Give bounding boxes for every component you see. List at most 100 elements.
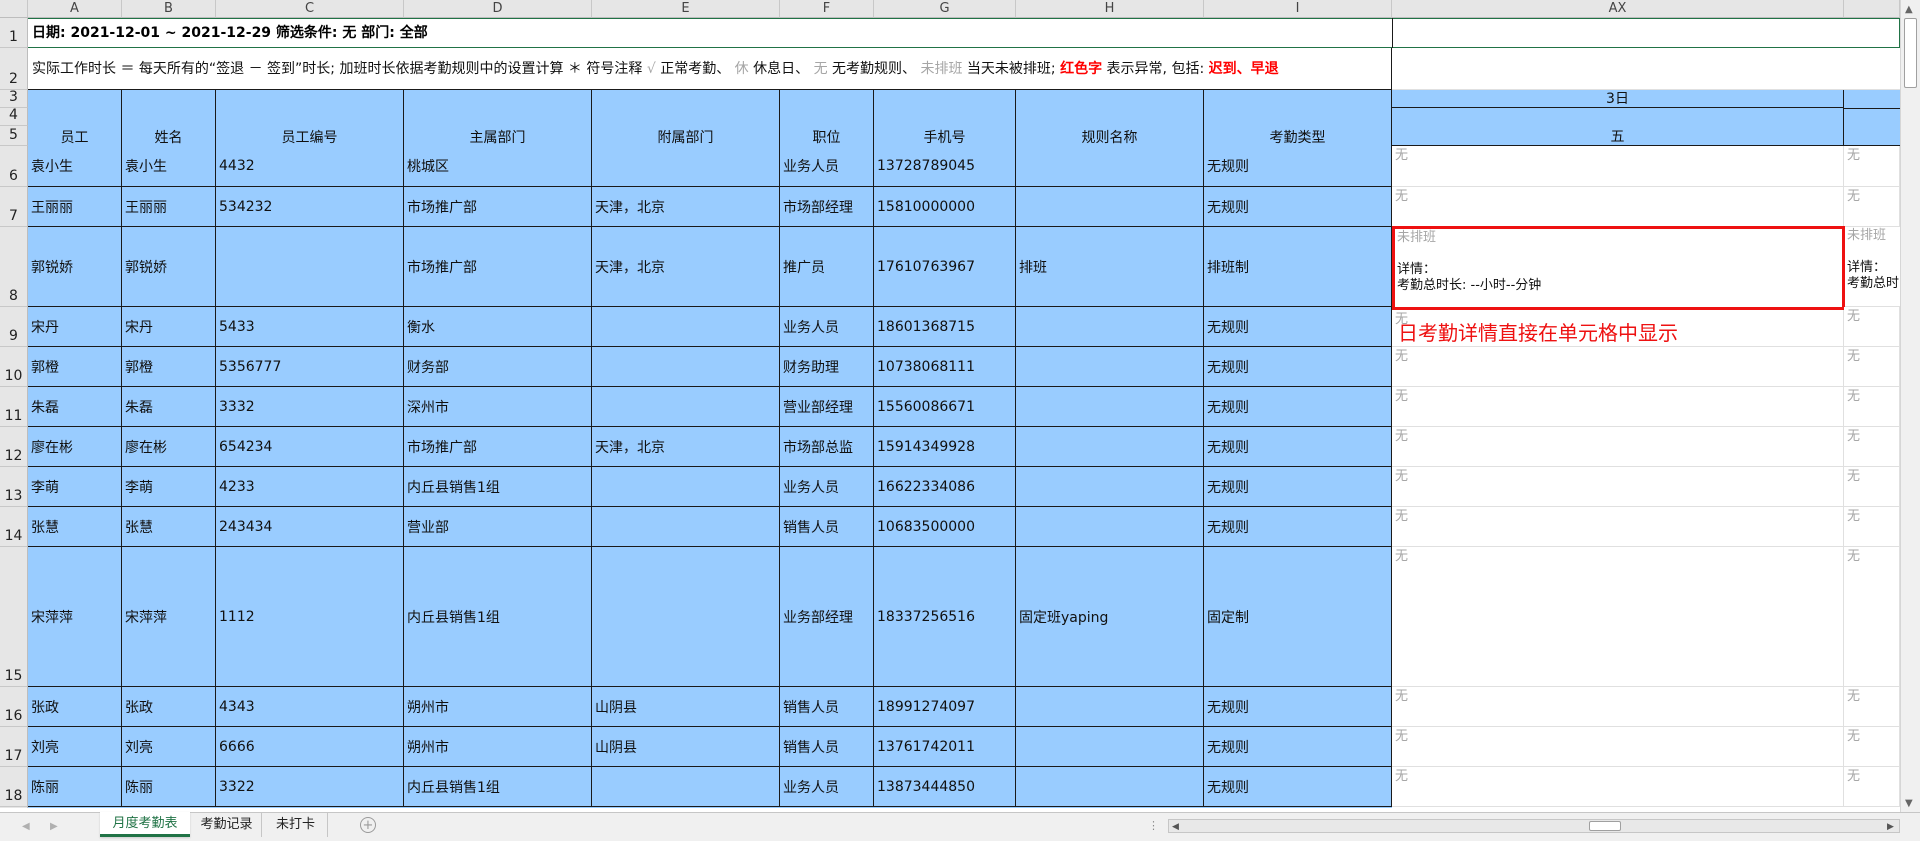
cell-position[interactable]: 销售人员 — [780, 687, 874, 727]
cell-day-status[interactable]: 无 — [1392, 687, 1844, 727]
cell-primary-dept[interactable]: 市场推广部 — [404, 187, 592, 227]
cell-employee[interactable]: 郭锐娇 — [28, 227, 122, 307]
cell-attendance-type[interactable]: 无规则 — [1204, 467, 1392, 507]
cell-employee-id[interactable]: 5433 — [216, 307, 404, 347]
cell-attendance-type[interactable]: 无规则 — [1204, 507, 1392, 547]
cell-rule-name[interactable] — [1016, 767, 1204, 807]
tab-attendance-records[interactable]: 考勤记录 — [192, 813, 262, 837]
cell-secondary-dept[interactable] — [592, 387, 780, 427]
row-header-18[interactable]: 18 — [0, 767, 28, 807]
cell-day-status[interactable]: 无 — [1392, 187, 1844, 227]
cell-employee-id[interactable]: 6666 — [216, 727, 404, 767]
cell-attendance-type[interactable]: 无规则 — [1204, 727, 1392, 767]
cell-phone[interactable]: 17610763967 — [874, 227, 1016, 307]
cell-phone[interactable]: 15810000000 — [874, 187, 1016, 227]
cell-name[interactable]: 张政 — [122, 687, 216, 727]
cell-day-status[interactable]: 无 — [1392, 146, 1844, 187]
cell-rule-name[interactable] — [1016, 427, 1204, 467]
cell-position[interactable]: 销售人员 — [780, 727, 874, 767]
cell-name[interactable]: 李萌 — [122, 467, 216, 507]
day-weekday-header[interactable]: 五 — [1392, 108, 1844, 146]
cell-employee[interactable]: 郭橙 — [28, 347, 122, 387]
cell-employee-id[interactable]: 5356777 — [216, 347, 404, 387]
row-header-5[interactable]: 5 — [0, 126, 28, 146]
cell-position[interactable]: 推广员 — [780, 227, 874, 307]
cell-next-day-status[interactable]: 无 — [1844, 387, 1900, 427]
cell-primary-dept[interactable]: 营业部 — [404, 507, 592, 547]
scroll-up-arrow-icon[interactable]: ▲ — [1905, 4, 1913, 15]
cell-attendance-type[interactable]: 无规则 — [1204, 307, 1392, 347]
cell-employee[interactable]: 张慧 — [28, 507, 122, 547]
row-header-6[interactable]: 6 — [0, 146, 28, 187]
cell-primary-dept[interactable]: 市场推广部 — [404, 427, 592, 467]
header-name[interactable]: 姓名 — [122, 90, 216, 146]
cell-name[interactable]: 陈丽 — [122, 767, 216, 807]
cell-phone[interactable]: 15560086671 — [874, 387, 1016, 427]
cell-position[interactable]: 市场部总监 — [780, 427, 874, 467]
cell-attendance-type[interactable]: 无规则 — [1204, 146, 1392, 187]
cell-next-day-status[interactable]: 无 — [1844, 146, 1900, 187]
column-header-f[interactable]: F — [780, 0, 874, 18]
cell-employee-id[interactable]: 3322 — [216, 767, 404, 807]
cell-employee-id[interactable]: 243434 — [216, 507, 404, 547]
cell-secondary-dept[interactable] — [592, 307, 780, 347]
cell-position[interactable]: 市场部经理 — [780, 187, 874, 227]
column-header-d[interactable]: D — [404, 0, 592, 18]
header-employee[interactable]: 员工 — [28, 90, 122, 146]
cell-phone[interactable]: 18991274097 — [874, 687, 1016, 727]
header-phone[interactable]: 手机号 — [874, 90, 1016, 146]
cell-day-status[interactable]: 无 — [1392, 467, 1844, 507]
cell-attendance-type[interactable]: 无规则 — [1204, 427, 1392, 467]
cell-employee-id[interactable] — [216, 227, 404, 307]
row-header-10[interactable]: 10 — [0, 347, 28, 387]
cell-day-status[interactable]: 无 — [1392, 727, 1844, 767]
cell-secondary-dept[interactable]: 天津，北京 — [592, 427, 780, 467]
column-header-ax[interactable]: AX — [1392, 0, 1844, 18]
cell-next-day-status[interactable]: 无 — [1844, 507, 1900, 547]
scroll-down-arrow-icon[interactable]: ▼ — [1905, 798, 1913, 809]
cell-secondary-dept[interactable] — [592, 767, 780, 807]
row-header-9[interactable]: 9 — [0, 307, 28, 347]
cell-name[interactable]: 廖在彬 — [122, 427, 216, 467]
cell-attendance-type[interactable]: 无规则 — [1204, 687, 1392, 727]
cell-primary-dept[interactable]: 财务部 — [404, 347, 592, 387]
cell-primary-dept[interactable]: 内丘县销售1组 — [404, 547, 592, 687]
cell-primary-dept[interactable]: 市场推广部 — [404, 227, 592, 307]
header-position[interactable]: 职位 — [780, 90, 874, 146]
cell-next-day-status[interactable]: 无 — [1844, 687, 1900, 727]
cell-name[interactable]: 郭锐娇 — [122, 227, 216, 307]
cell-employee[interactable]: 张政 — [28, 687, 122, 727]
cell-employee[interactable]: 宋萍萍 — [28, 547, 122, 687]
cell-employee[interactable]: 袁小生 — [28, 146, 122, 187]
cell-employee-id[interactable]: 4432 — [216, 146, 404, 187]
cell-position[interactable]: 业务部经理 — [780, 547, 874, 687]
cell-primary-dept[interactable]: 衡水 — [404, 307, 592, 347]
more-options-icon[interactable]: ⋮ — [1148, 819, 1159, 832]
cell-employee[interactable]: 刘亮 — [28, 727, 122, 767]
cell-employee-id[interactable]: 3332 — [216, 387, 404, 427]
horizontal-scrollbar[interactable]: ◀ ▶ — [1168, 819, 1900, 833]
cell-attendance-type[interactable]: 无规则 — [1204, 347, 1392, 387]
cell-secondary-dept[interactable] — [592, 507, 780, 547]
row-header-1[interactable]: 1 — [0, 18, 28, 48]
cell-attendance-type[interactable]: 固定制 — [1204, 547, 1392, 687]
cell-primary-dept[interactable]: 内丘县销售1组 — [404, 467, 592, 507]
cell-employee-id[interactable]: 4343 — [216, 687, 404, 727]
row-header-15[interactable]: 15 — [0, 547, 28, 687]
column-header-e[interactable]: E — [592, 0, 780, 18]
cell-day-status[interactable]: 无 — [1392, 767, 1844, 807]
cell-primary-dept[interactable]: 桃城区 — [404, 146, 592, 187]
cell-secondary-dept[interactable]: 山阴县 — [592, 727, 780, 767]
cell-employee-id[interactable]: 534232 — [216, 187, 404, 227]
cell-phone[interactable]: 16622334086 — [874, 467, 1016, 507]
cell-secondary-dept[interactable] — [592, 467, 780, 507]
cell-attendance-type[interactable]: 无规则 — [1204, 767, 1392, 807]
select-all-corner[interactable] — [0, 0, 28, 18]
header-rule-name[interactable]: 规则名称 — [1016, 90, 1204, 146]
row-header-7[interactable]: 7 — [0, 187, 28, 227]
row-header-14[interactable]: 14 — [0, 507, 28, 547]
cell-rule-name[interactable] — [1016, 146, 1204, 187]
cell-secondary-dept[interactable] — [592, 547, 780, 687]
cell-phone[interactable]: 13728789045 — [874, 146, 1016, 187]
cell-employee[interactable]: 朱磊 — [28, 387, 122, 427]
